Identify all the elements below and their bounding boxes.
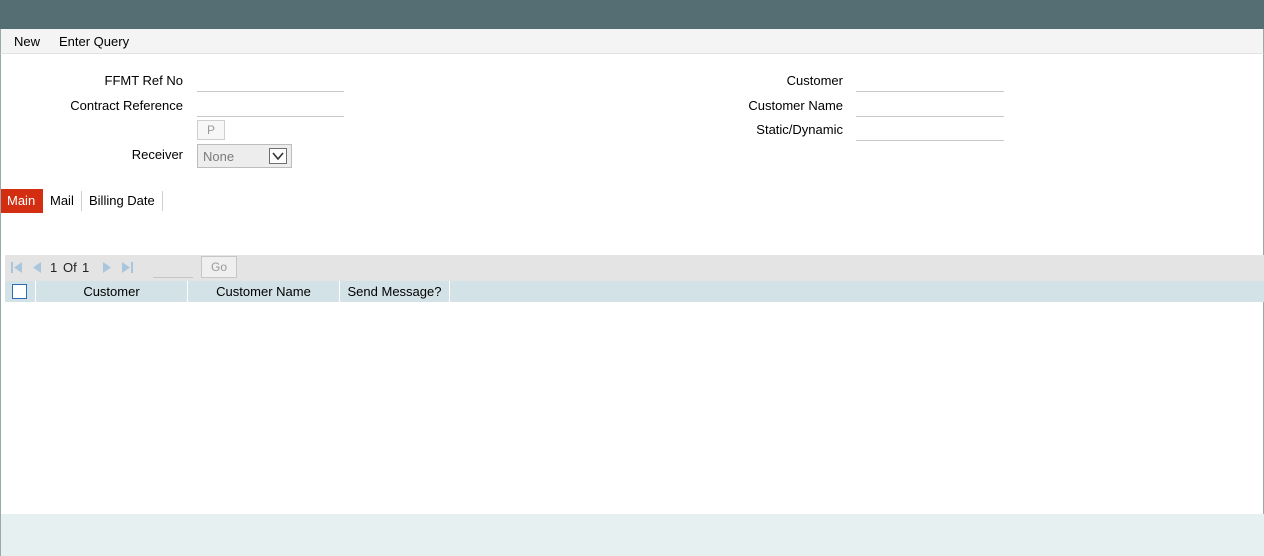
grid-header: Customer Customer Name Send Message? bbox=[5, 281, 1264, 302]
grid-pager: 1 Of 1 Go bbox=[5, 255, 1264, 281]
enter-query-button[interactable]: Enter Query bbox=[59, 34, 129, 49]
dropdown-arrow-icon[interactable] bbox=[269, 148, 287, 164]
tab-divider bbox=[162, 191, 163, 211]
current-page-number: 1 bbox=[50, 260, 58, 275]
page-of-label: Of bbox=[63, 260, 77, 275]
window-title-bar bbox=[0, 0, 1264, 29]
total-pages: 1 bbox=[82, 260, 90, 275]
prev-page-icon[interactable] bbox=[32, 261, 42, 277]
ffmt-ref-no-field[interactable] bbox=[197, 71, 344, 92]
customer-name-label: Customer Name bbox=[748, 98, 843, 113]
tab-main[interactable]: Main bbox=[1, 189, 43, 213]
last-page-icon[interactable] bbox=[121, 261, 133, 277]
ffmt-ref-no-label: FFMT Ref No bbox=[104, 73, 184, 88]
toolbar: New Enter Query bbox=[0, 29, 1264, 54]
tab-divider bbox=[81, 191, 82, 211]
select-all-checkbox[interactable] bbox=[12, 284, 27, 299]
static-dynamic-label: Static/Dynamic bbox=[756, 122, 843, 137]
new-button[interactable]: New bbox=[14, 34, 40, 49]
page-number-input[interactable] bbox=[153, 258, 193, 278]
column-header-send-message[interactable]: Send Message? bbox=[340, 281, 449, 302]
footer-bar bbox=[1, 514, 1264, 556]
p-button[interactable]: P bbox=[197, 120, 225, 140]
column-header-customer[interactable]: Customer bbox=[36, 281, 187, 302]
customer-name-field[interactable] bbox=[856, 96, 1004, 117]
main-content: FFMT Ref No Contract Reference P Receive… bbox=[0, 54, 1264, 556]
receiver-select[interactable]: None bbox=[197, 144, 292, 168]
receiver-label: Receiver bbox=[131, 147, 183, 162]
customer-label: Customer bbox=[786, 73, 843, 88]
go-button[interactable]: Go bbox=[201, 256, 237, 278]
contract-reference-label: Contract Reference bbox=[70, 98, 183, 113]
tab-mail[interactable]: Mail bbox=[44, 189, 80, 213]
receiver-selected-value: None bbox=[203, 149, 235, 164]
next-page-icon[interactable] bbox=[102, 261, 112, 277]
static-dynamic-field[interactable] bbox=[856, 120, 1004, 141]
first-page-icon[interactable] bbox=[11, 261, 23, 277]
contract-reference-field[interactable] bbox=[197, 96, 344, 117]
column-divider bbox=[449, 281, 450, 302]
tab-billing-date[interactable]: Billing Date bbox=[83, 189, 161, 213]
customer-field[interactable] bbox=[856, 71, 1004, 92]
column-header-customer-name[interactable]: Customer Name bbox=[188, 281, 339, 302]
